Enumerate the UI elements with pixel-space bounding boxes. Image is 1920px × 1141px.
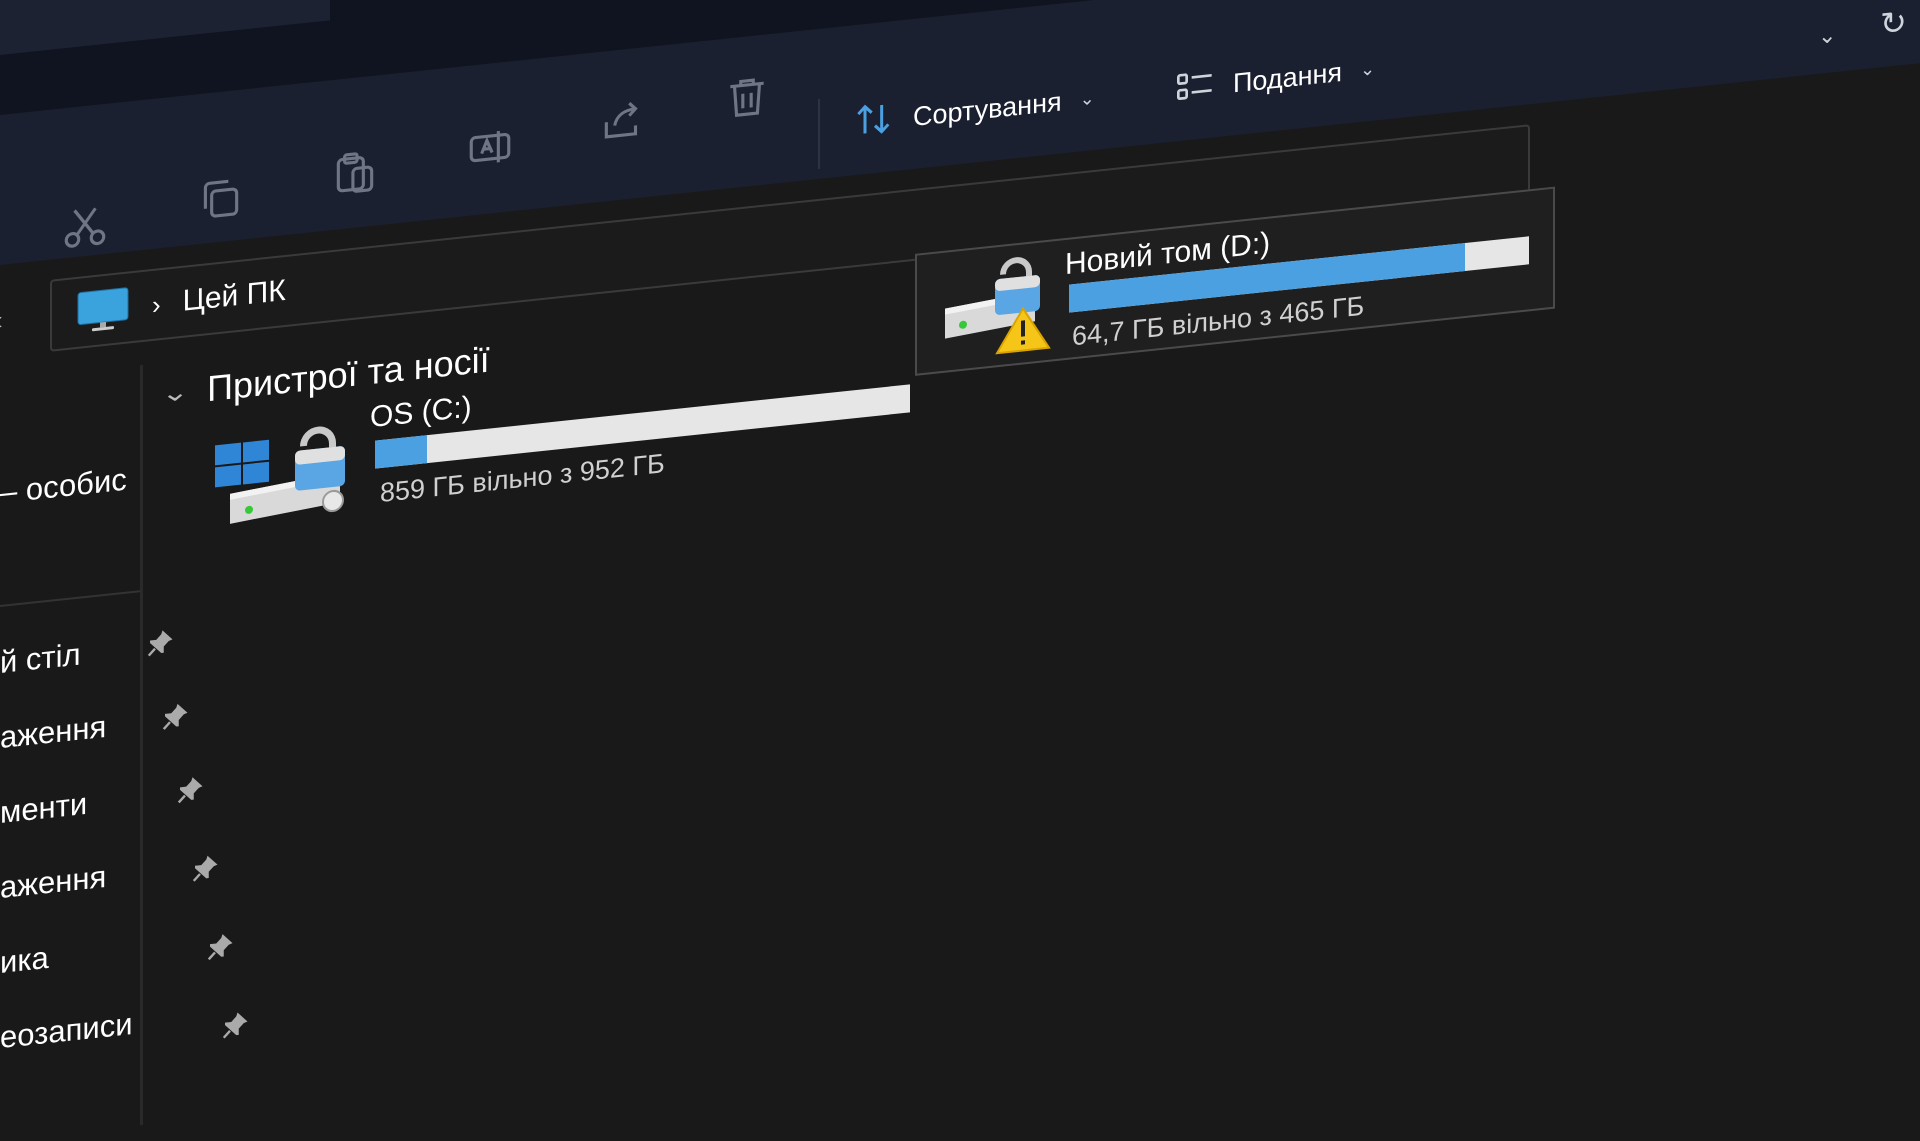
close-tab-button[interactable]: ✕ [255, 0, 287, 9]
chevron-down-icon[interactable]: ⌄ [161, 377, 189, 409]
paste-icon[interactable] [330, 145, 380, 200]
share-icon[interactable] [598, 93, 648, 148]
breadcrumb-this-pc[interactable]: Цей ПК [183, 274, 286, 319]
windows-drive-lock-icon [215, 411, 355, 536]
sort-label: Сортування [913, 85, 1062, 132]
sidebar-item-pictures[interactable]: аження [0, 854, 106, 911]
expand-chevron-icon[interactable]: ⌄ [1818, 22, 1836, 50]
drive-name: OS (C:) [370, 390, 472, 435]
sidebar-item-downloads[interactable]: аження [0, 704, 106, 761]
chevron-down-icon: ⌄ [1360, 57, 1376, 80]
sidebar-item-label: аження [0, 858, 107, 905]
capacity-bar-fill [375, 435, 428, 469]
toolbar-divider [818, 98, 820, 170]
explorer-window: ✕ + Сортування ⌄ [0, 0, 1920, 1140]
refresh-icon[interactable]: ↻ [1880, 3, 1907, 44]
view-button[interactable]: Подання ⌄ [1175, 45, 1375, 112]
pin-icon[interactable] [160, 700, 190, 733]
sidebar-item-videos[interactable]: еозаписи [0, 1001, 133, 1061]
sidebar-item-documents[interactable]: менти [0, 781, 87, 836]
delete-icon[interactable] [722, 70, 772, 125]
sort-button[interactable]: Сортування ⌄ [855, 75, 1095, 146]
sidebar-item-label: еозаписи [0, 1006, 133, 1055]
copy-icon[interactable] [195, 171, 245, 226]
sidebar-item-label: й стіл [0, 636, 81, 680]
pin-icon[interactable] [175, 773, 205, 806]
drive-lock-warning-icon [945, 246, 1065, 369]
pin-icon[interactable] [190, 852, 220, 885]
tab-this-pc[interactable]: ✕ [0, 0, 330, 56]
sidebar-item-personal[interactable]: – особис [0, 457, 127, 516]
sidebar-splitter[interactable] [140, 364, 143, 1126]
view-label: Подання [1233, 56, 1343, 98]
sidebar-item-label: менти [0, 785, 88, 830]
pin-icon[interactable] [145, 627, 175, 660]
pin-icon[interactable] [220, 1009, 250, 1042]
breadcrumb-separator: › [152, 288, 161, 320]
sidebar-item-music[interactable]: ика [0, 935, 49, 986]
sidebar-item-label: – особис [0, 461, 127, 510]
view-icon [1175, 66, 1215, 109]
sort-icon [855, 99, 895, 142]
pin-icon[interactable] [205, 930, 235, 963]
chevron-down-icon: ⌄ [1079, 87, 1095, 110]
rename-icon[interactable] [465, 119, 515, 174]
sidebar-item-desktop[interactable]: й стіл [0, 632, 81, 686]
sidebar-item-label: аження [0, 708, 107, 755]
sidebar-item-label: ика [0, 939, 49, 980]
navigation-pane: – особис й стіл аження менти аження ика … [0, 45, 140, 1140]
sidebar-divider [0, 590, 140, 607]
